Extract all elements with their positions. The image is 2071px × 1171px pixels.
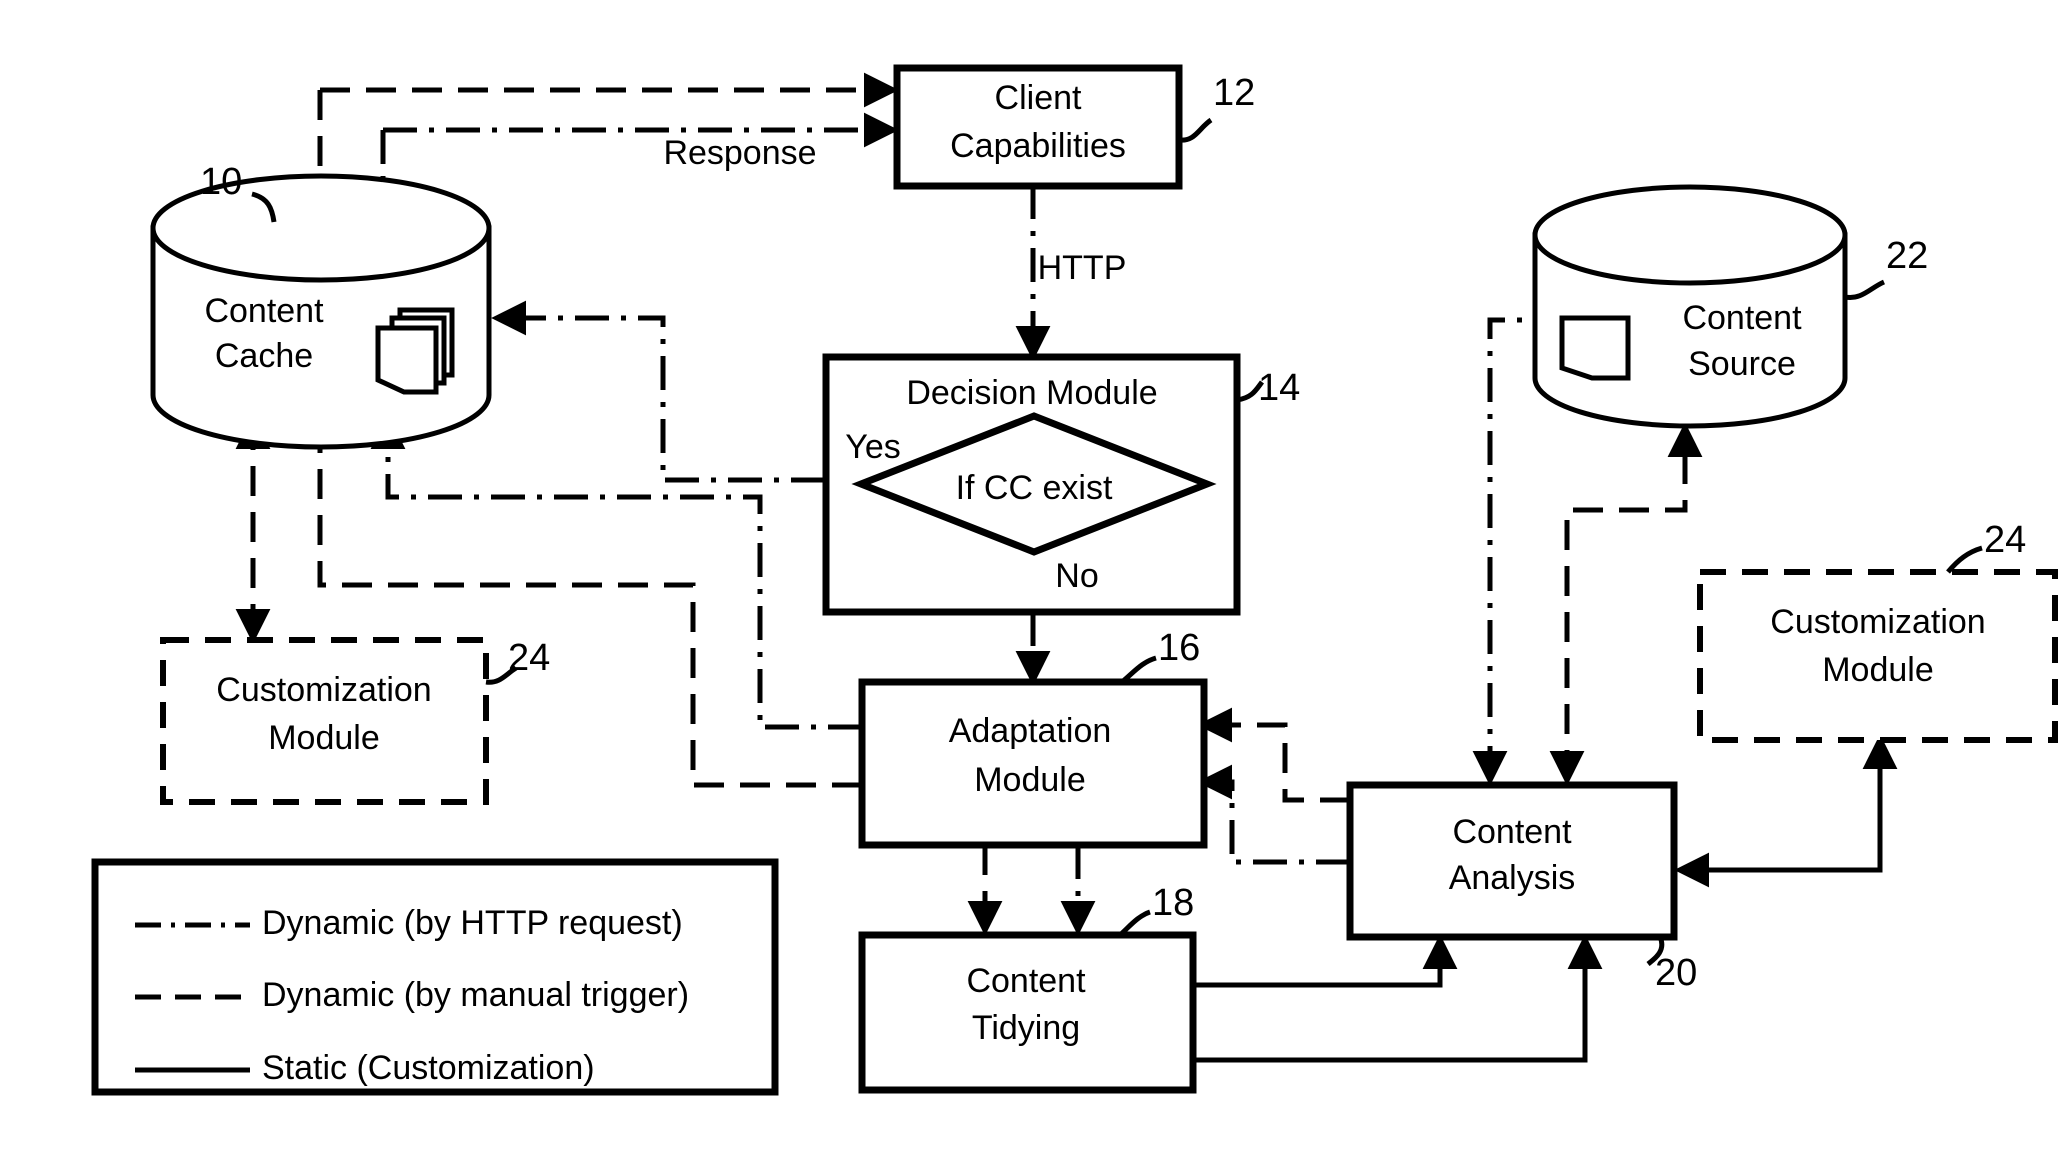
- client-capabilities-label-line1: Client: [995, 79, 1082, 117]
- ref-number-24-left: 24: [508, 637, 550, 679]
- content-analysis-label-line1: Content: [1452, 813, 1572, 851]
- ref-number-12: 12: [1213, 72, 1255, 114]
- adaptation-module-label-line2: Module: [974, 761, 1086, 799]
- ref-number-20: 20: [1655, 952, 1697, 994]
- ref-number-14: 14: [1258, 367, 1300, 409]
- legend-label-1: Dynamic (by manual trigger): [262, 976, 689, 1014]
- ref-number-10: 10: [200, 161, 242, 203]
- response-label: Response: [663, 134, 816, 172]
- ref-number-24-right: 24: [1984, 519, 2026, 561]
- edge-analysis-to-adaptation-b: [1197, 764, 1350, 865]
- client-capabilities-label-line2: Capabilities: [950, 127, 1126, 165]
- ref-leader-12: [1178, 117, 1213, 143]
- ref-number-22: 22: [1886, 235, 1928, 277]
- node-customization-module-right[interactable]: Customization Module 24: [1697, 519, 2058, 743]
- legend-label-0: Dynamic (by HTTP request): [262, 904, 683, 942]
- content-tidying-label-line2: Tidying: [972, 1009, 1080, 1047]
- customization-right-label-line1: Customization: [1770, 603, 1985, 641]
- edge-analysis-to-adaptation-a: [1197, 707, 1350, 803]
- content-source-label-line1: Content: [1682, 299, 1802, 337]
- edge-customization-right-to-analysis: [1688, 740, 1883, 873]
- ref-number-16: 16: [1158, 627, 1200, 669]
- decision-branch-yes: Yes: [845, 428, 900, 466]
- content-tidying-label-line1: Content: [966, 962, 1086, 1000]
- ref-number-18: 18: [1152, 882, 1194, 924]
- diagram-canvas: Content Cache 10 Client Capabilities 12 …: [91, 64, 2058, 1096]
- document-icon: [1559, 315, 1631, 381]
- edge-analysis-to-source-dashed: [1549, 422, 1703, 786]
- content-source-label-line2: Source: [1688, 345, 1796, 383]
- content-cache-label-line2: Cache: [215, 337, 313, 375]
- legend: Dynamic (by HTTP request) Dynamic (by ma…: [91, 858, 779, 1096]
- decision-module-label: Decision Module: [906, 374, 1157, 412]
- customization-left-label-line2: Module: [268, 719, 380, 757]
- patent-figure: Content Cache 10 Client Capabilities 12 …: [0, 0, 2071, 1171]
- node-decision-module[interactable]: Decision Module If CC exist Yes No 14: [822, 353, 1300, 616]
- node-customization-module-left[interactable]: Customization Module 24: [160, 637, 550, 805]
- adaptation-module-label-line1: Adaptation: [949, 712, 1112, 750]
- ref-leader-22: [1844, 279, 1886, 300]
- content-cache-label-line1: Content: [204, 292, 324, 330]
- decision-diamond-label: If CC exist: [956, 469, 1113, 507]
- edge-tidying-to-analysis-a: [1193, 934, 1458, 988]
- node-content-cache[interactable]: Content Cache 10: [150, 161, 492, 450]
- customization-left-label-line1: Customization: [216, 671, 431, 709]
- ref-leader-24-right: [1946, 545, 1983, 574]
- edge-tidying-to-analysis-b: [1193, 934, 1603, 1063]
- ref-leader-16: [1120, 655, 1157, 684]
- node-client-capabilities[interactable]: Client Capabilities 12: [893, 64, 1255, 190]
- http-label: HTTP: [1038, 249, 1127, 287]
- decision-branch-no: No: [1055, 557, 1098, 595]
- node-content-analysis[interactable]: Content Analysis 20: [1346, 781, 1697, 994]
- customization-right-label-line2: Module: [1822, 651, 1934, 689]
- legend-label-2: Static (Customization): [262, 1049, 595, 1087]
- edge-yes-to-cache: [491, 300, 825, 483]
- node-content-tidying[interactable]: Content Tidying 18: [858, 882, 1197, 1094]
- content-analysis-label-line2: Analysis: [1449, 859, 1576, 897]
- node-content-source[interactable]: Content Source 22: [1532, 184, 1928, 429]
